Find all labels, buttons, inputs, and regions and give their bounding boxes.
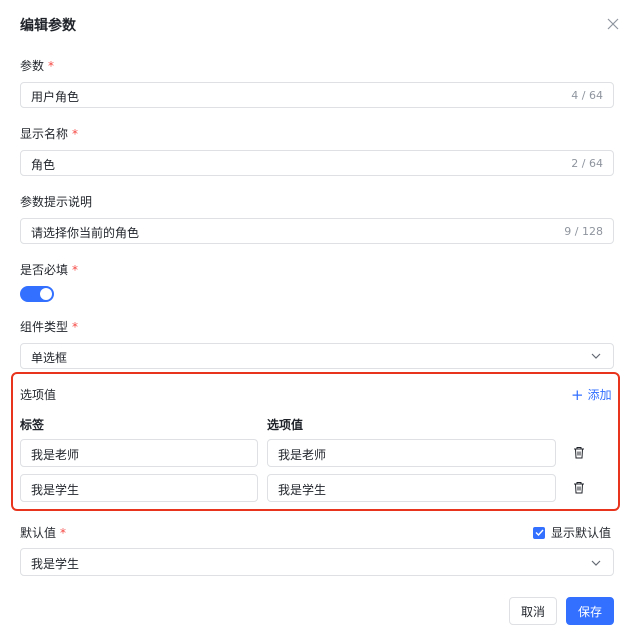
column-header-value: 选项值	[267, 418, 304, 432]
display-name-char-count: 2 / 64	[571, 157, 603, 170]
show-default-checkbox[interactable]: 显示默认值	[533, 524, 611, 541]
chevron-down-icon	[591, 560, 601, 566]
display-name-value: 角色	[31, 158, 56, 172]
save-button[interactable]: 保存	[566, 597, 614, 625]
cancel-button[interactable]: 取消	[509, 597, 557, 625]
option-label-text: 我是学生	[31, 483, 80, 497]
options-title: 选项值	[20, 388, 57, 402]
default-value-selected: 我是学生	[31, 557, 80, 571]
required-mark: *	[72, 320, 79, 334]
param-value: 用户角色	[31, 90, 80, 104]
param-char-count: 4 / 64	[571, 89, 603, 102]
display-name-input[interactable]: 角色 2 / 64	[20, 150, 614, 176]
chevron-down-icon	[591, 353, 601, 359]
plus-icon: +	[571, 385, 584, 404]
close-icon[interactable]	[606, 17, 620, 31]
display-name-label-text: 显示名称	[20, 127, 69, 141]
option-label-input[interactable]: 我是老师	[20, 439, 258, 467]
option-value-input[interactable]: 我是老师	[267, 439, 556, 467]
column-header-label: 标签	[20, 418, 45, 432]
add-option-label: 添加	[587, 388, 612, 402]
required-mark: *	[60, 526, 67, 540]
display-name-label: 显示名称 *	[20, 125, 78, 142]
required-toggle[interactable]	[20, 286, 54, 302]
component-type-label: 组件类型 *	[20, 318, 78, 335]
add-option-button[interactable]: + 添加	[571, 386, 612, 403]
show-default-label: 显示默认值	[551, 526, 612, 540]
param-label: 参数 *	[20, 57, 54, 74]
default-value-select[interactable]: 我是学生	[20, 548, 614, 576]
required-mark: *	[72, 127, 79, 141]
component-type-value: 单选框	[31, 351, 68, 365]
default-value-label: 默认值 *	[20, 524, 66, 541]
hint-char-count: 9 / 128	[564, 225, 603, 238]
trash-icon[interactable]	[573, 446, 585, 459]
option-label-input[interactable]: 我是学生	[20, 474, 258, 502]
dialog-title: 编辑参数	[20, 18, 76, 34]
option-value-input[interactable]: 我是学生	[267, 474, 556, 502]
option-value-text: 我是老师	[278, 448, 327, 462]
option-value-text: 我是学生	[278, 483, 327, 497]
required-mark: *	[72, 263, 79, 277]
hint-value: 请选择你当前的角色	[31, 226, 140, 240]
component-type-select[interactable]: 单选框	[20, 343, 614, 369]
hint-label-text: 参数提示说明	[20, 195, 93, 209]
hint-input[interactable]: 请选择你当前的角色 9 / 128	[20, 218, 614, 244]
trash-icon[interactable]	[573, 481, 585, 494]
required-mark: *	[48, 59, 55, 73]
default-value-label-text: 默认值	[20, 526, 57, 540]
check-icon	[533, 526, 545, 539]
component-type-label-text: 组件类型	[20, 320, 69, 334]
edit-parameter-dialog: 编辑参数 参数 * 用户角色 4 / 64 显示名称 * 角色 2 / 64 参数提…	[0, 0, 633, 644]
required-label: 是否必填 *	[20, 261, 78, 278]
param-input[interactable]: 用户角色 4 / 64	[20, 82, 614, 108]
option-label-text: 我是老师	[31, 448, 80, 462]
hint-label: 参数提示说明	[20, 193, 92, 210]
param-label-text: 参数	[20, 59, 45, 73]
toggle-knob	[40, 288, 52, 300]
required-label-text: 是否必填	[20, 263, 69, 277]
